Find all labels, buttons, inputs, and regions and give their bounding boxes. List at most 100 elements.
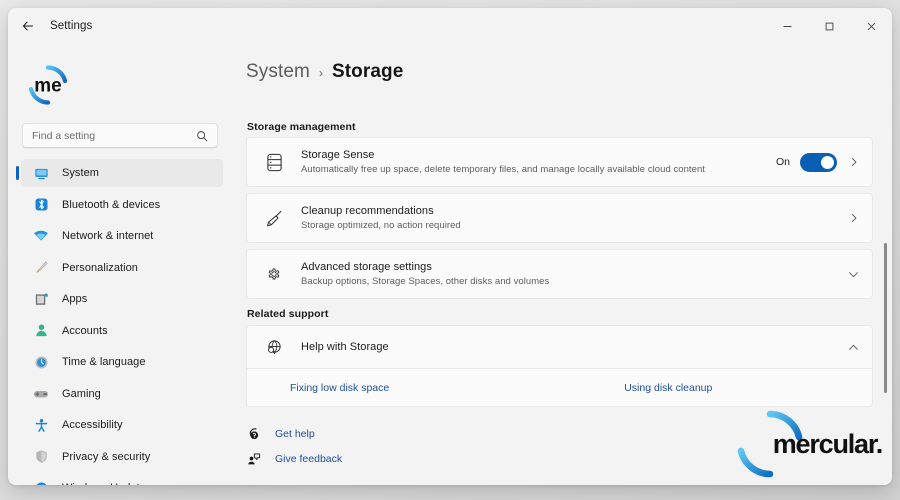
section-heading-storage-management: Storage management (247, 121, 356, 133)
card-subtitle: Backup options, Storage Spaces, other di… (301, 276, 550, 287)
minimize-button[interactable] (766, 8, 808, 44)
storage-drive-icon (263, 153, 285, 172)
sidebar-item-apps[interactable]: Apps (21, 285, 223, 313)
chevron-up-icon[interactable] (848, 342, 859, 353)
sidebar-item-label: Accessibility (62, 419, 123, 431)
person-icon (31, 323, 51, 338)
sidebar-item-privacy-security[interactable]: Privacy & security (21, 443, 223, 471)
sidebar-item-label: Network & internet (62, 230, 154, 242)
chevron-right-icon[interactable] (849, 157, 859, 167)
chevron-right-icon[interactable] (849, 213, 859, 223)
storage-sense-toggle[interactable] (800, 152, 837, 172)
content-pane: System › Storage Storage management Stor… (236, 44, 892, 485)
get-help-label: Get help (275, 428, 315, 440)
card-title: Help with Storage (301, 341, 389, 353)
breadcrumb-parent[interactable]: System (246, 61, 310, 83)
sidebar-item-system[interactable]: System (16, 159, 223, 187)
screen-root: Settings me Find a setting System Blueto… (0, 0, 900, 500)
card-actions (836, 342, 859, 353)
title-bar: Settings (8, 8, 892, 44)
card-title: Storage Sense (301, 149, 375, 161)
maximize-icon (825, 22, 833, 30)
card-help-with-storage[interactable]: Help with Storage (246, 325, 873, 369)
maximize-button[interactable] (808, 8, 850, 44)
arrow-left-icon (22, 21, 34, 31)
minimize-icon (782, 25, 792, 27)
globe-search-icon (263, 339, 285, 356)
card-text-group: Cleanup recommendations Storage optimize… (301, 205, 837, 231)
sidebar-item-label: Accounts (62, 324, 108, 337)
link-using-disk-cleanup[interactable]: Using disk cleanup (624, 382, 712, 394)
window-title: Settings (50, 20, 93, 32)
search-box[interactable] (22, 123, 218, 148)
get-help-link[interactable]: Get help (246, 427, 342, 441)
help-question-icon (246, 427, 262, 441)
card-title: Cleanup recommendations (301, 205, 434, 217)
bluetooth-icon (31, 197, 51, 212)
help-links-row: Fixing low disk space Using disk cleanup (247, 369, 872, 406)
toggle-knob (821, 155, 834, 169)
footer-links: Get help Give feedback (246, 427, 342, 477)
card-text-group: Help with Storage (301, 341, 836, 353)
card-title: Advanced storage settings (301, 261, 432, 273)
paintbrush-icon (31, 260, 51, 275)
sidebar-item-label: Gaming (62, 387, 101, 400)
user-avatar[interactable]: me (25, 62, 71, 108)
close-button[interactable] (850, 8, 892, 44)
sidebar-item-label: Time & language (62, 356, 146, 368)
content-scrollbar[interactable] (882, 48, 889, 481)
card-advanced-storage-settings[interactable]: Advanced storage settings Backup options… (246, 249, 873, 299)
gear-icon (263, 265, 285, 283)
card-actions (836, 269, 859, 280)
scrollbar-thumb[interactable] (884, 243, 887, 393)
sidebar-item-personalization[interactable]: Personalization (21, 254, 223, 282)
settings-window: Settings me Find a setting System Blueto… (8, 8, 892, 485)
accessibility-icon (31, 418, 51, 433)
sidebar-item-network-internet[interactable]: Network & internet (21, 222, 223, 250)
sidebar-item-label: Windows Update (62, 482, 146, 485)
sidebar-item-accounts[interactable]: Accounts (21, 317, 223, 345)
feedback-icon (246, 452, 262, 466)
chevron-down-icon[interactable] (848, 269, 859, 280)
apps-icon (31, 292, 51, 307)
monitor-icon (31, 166, 51, 181)
back-button[interactable] (15, 13, 41, 39)
gamepad-icon (31, 386, 51, 402)
card-cleanup-recommendations[interactable]: Cleanup recommendations Storage optimize… (246, 193, 873, 243)
sidebar-item-label: Privacy & security (62, 450, 151, 463)
sidebar-nav: System Bluetooth & devices Network & int… (8, 159, 236, 485)
card-subtitle: Automatically free up space, delete temp… (301, 164, 705, 175)
card-actions: On (775, 152, 859, 172)
sidebar-item-bluetooth-devices[interactable]: Bluetooth & devices (21, 191, 223, 219)
broom-icon (263, 209, 285, 228)
sidebar-item-label: System (62, 167, 99, 179)
sidebar-item-label: Bluetooth & devices (62, 198, 161, 211)
shield-icon (31, 449, 51, 464)
page-title: Storage (331, 61, 404, 82)
card-storage-sense[interactable]: Storage Sense Automatically free up spac… (246, 137, 873, 187)
close-icon (867, 22, 875, 30)
sidebar-item-time-language[interactable]: Time & language (21, 348, 223, 376)
update-icon (31, 481, 51, 485)
link-fixing-low-disk-space[interactable]: Fixing low disk space (290, 382, 389, 394)
sidebar-item-windows-update[interactable]: Windows Update (21, 474, 223, 485)
breadcrumb: System › Storage (246, 61, 403, 83)
help-links-panel: Fixing low disk space Using disk cleanup (246, 369, 873, 407)
sidebar-item-gaming[interactable]: Gaming (21, 380, 223, 408)
storage-sense-toggle-label: On (775, 156, 790, 168)
section-heading-related-support: Related support (247, 308, 329, 320)
sidebar-item-label: Personalization (62, 261, 138, 274)
sidebar-item-label: Apps (62, 293, 88, 305)
me-logo-icon: me (28, 65, 68, 105)
sidebar: me Find a setting System Bluetooth & dev… (8, 44, 236, 485)
card-subtitle: Storage optimized, no action required (301, 220, 461, 231)
card-text-group: Storage Sense Automatically free up spac… (301, 149, 776, 175)
search-icon (196, 130, 208, 142)
search-input[interactable] (23, 129, 196, 142)
sidebar-item-accessibility[interactable]: Accessibility (21, 411, 223, 439)
clock-icon (31, 355, 51, 370)
give-feedback-link[interactable]: Give feedback (246, 452, 342, 466)
window-controls (766, 8, 892, 44)
wifi-icon (31, 228, 51, 244)
card-text-group: Advanced storage settings Backup options… (301, 261, 836, 287)
